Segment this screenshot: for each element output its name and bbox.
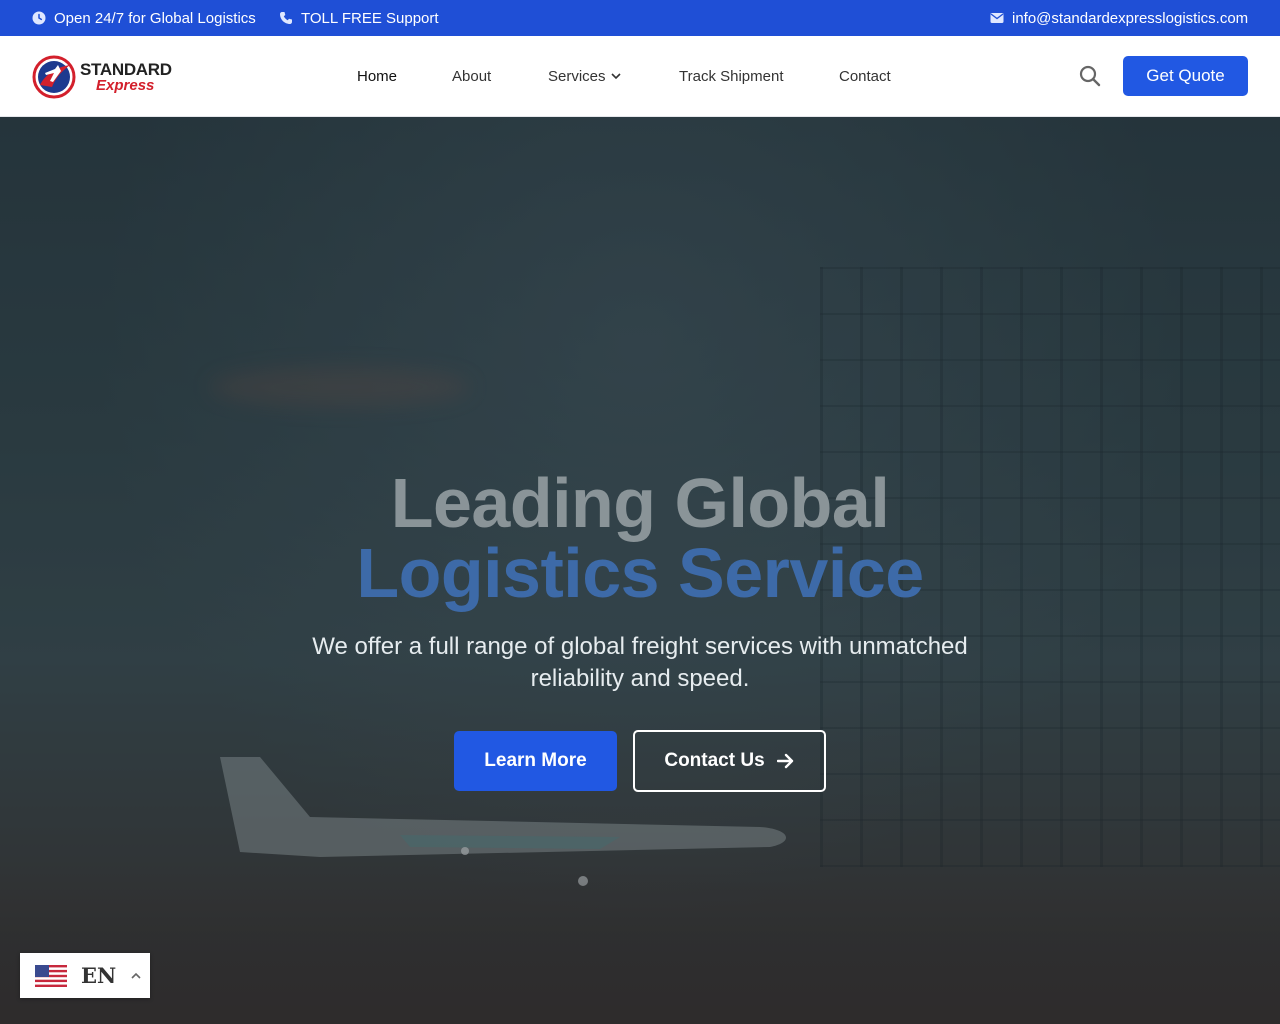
- contact-us-label: Contact Us: [664, 750, 765, 771]
- site-header: STANDARD Express Home About Services Tra…: [0, 36, 1280, 117]
- brand-logo[interactable]: STANDARD Express: [32, 55, 172, 99]
- nav-about[interactable]: About: [452, 68, 491, 85]
- nav-services[interactable]: Services: [548, 68, 622, 85]
- chevron-down-icon: [610, 73, 621, 80]
- brand-name-line1: STANDARD: [80, 60, 172, 79]
- hero-title-line1: Leading Global: [390, 464, 890, 542]
- email-info[interactable]: info@standardexpresslogistics.com: [990, 0, 1248, 36]
- get-quote-button[interactable]: Get Quote: [1123, 56, 1248, 96]
- nav-track-shipment[interactable]: Track Shipment: [679, 68, 783, 85]
- brand-name-line2: Express: [96, 77, 155, 94]
- support-info[interactable]: TOLL FREE Support: [279, 0, 439, 36]
- us-flag-icon: [35, 964, 67, 987]
- search-icon[interactable]: [1078, 64, 1102, 88]
- logo-plane-icon: [32, 55, 76, 99]
- learn-more-button[interactable]: Learn More: [454, 731, 617, 791]
- hero-section: Leading Global Logistics Service We offe…: [0, 117, 1280, 1024]
- top-info-bar: Open 24/7 for Global Logistics TOLL FREE…: [0, 0, 1280, 36]
- mail-icon: [990, 11, 1004, 25]
- hours-text: Open 24/7 for Global Logistics: [54, 9, 256, 27]
- chevron-up-icon: [131, 972, 141, 979]
- email-text: info@standardexpresslogistics.com: [1012, 9, 1249, 27]
- arrow-right-icon: [776, 753, 793, 769]
- language-code: EN: [81, 963, 117, 988]
- nav-contact[interactable]: Contact: [839, 68, 891, 85]
- contact-us-button[interactable]: Contact Us: [633, 730, 826, 792]
- hero-subtitle: We offer a full range of global freight …: [312, 633, 968, 692]
- clock-icon: [32, 11, 46, 25]
- hours-info: Open 24/7 for Global Logistics: [32, 0, 256, 36]
- phone-icon: [279, 11, 293, 25]
- hero-title-line2: Logistics Service: [356, 534, 924, 612]
- nav-home[interactable]: Home: [357, 68, 397, 85]
- nav-services-label: Services: [548, 67, 606, 85]
- support-text: TOLL FREE Support: [301, 9, 439, 27]
- language-selector[interactable]: EN: [20, 953, 150, 998]
